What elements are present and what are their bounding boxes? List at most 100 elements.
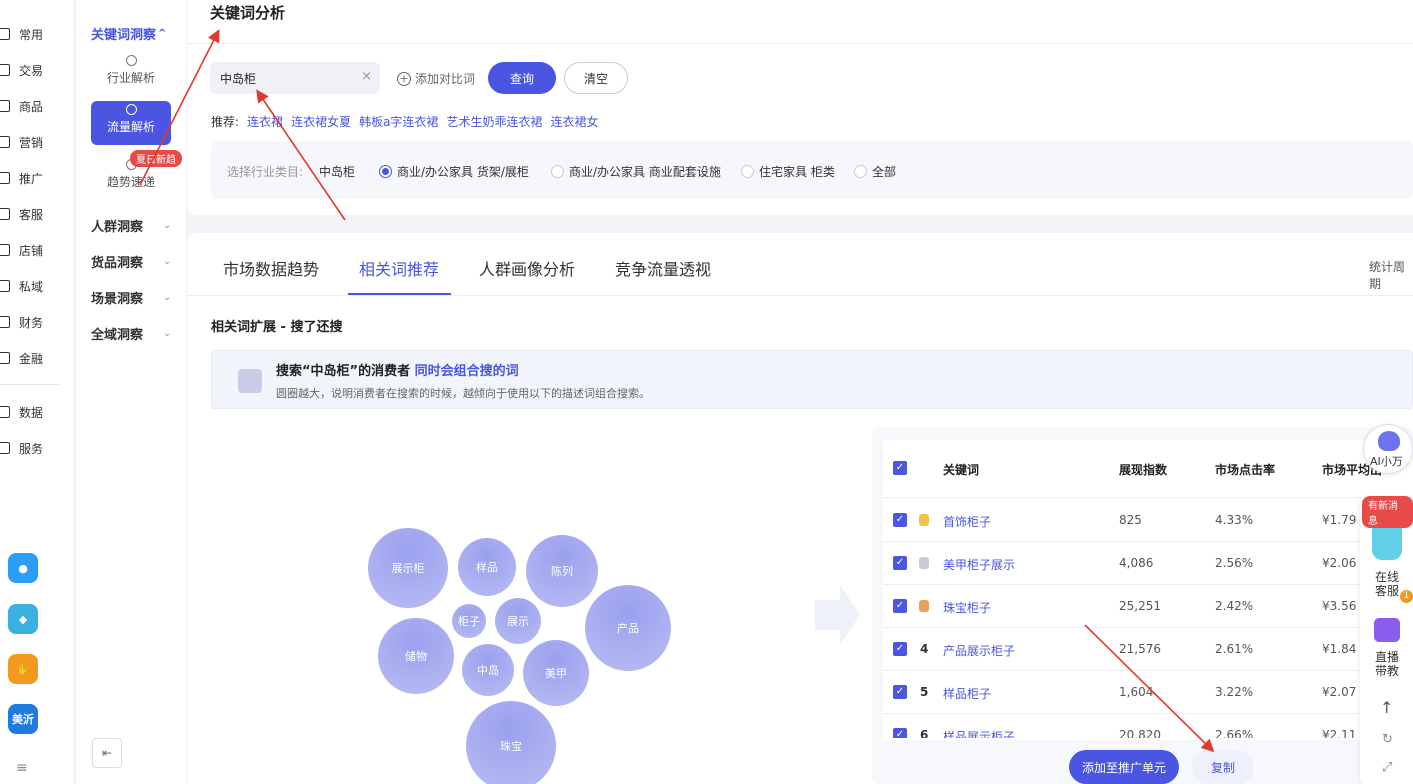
arrow-right-icon [815, 585, 860, 645]
rail-divider [0, 384, 60, 385]
tab-related-words[interactable]: 相关词推荐 [359, 256, 439, 280]
table-keyword[interactable]: 首饰柜子 [943, 513, 991, 530]
clear-button[interactable]: 清空 [564, 62, 628, 94]
table-cell: ¥1.84 [1322, 642, 1357, 656]
row-checkbox[interactable]: ✓ [893, 728, 907, 738]
tab-competition[interactable]: 竞争流量透视 [615, 256, 711, 280]
col-ctr: 市场点击率 [1215, 463, 1276, 477]
rail-item-services[interactable]: 服务 [0, 437, 75, 459]
bubble[interactable]: 样品 [458, 538, 516, 596]
table-cell: ¥2.06 [1322, 556, 1357, 570]
rail-item-data[interactable]: 数据 [0, 401, 75, 423]
rail-item-shop[interactable]: 店铺 [0, 239, 75, 261]
recommend-link[interactable]: 连衣裙女 [550, 113, 598, 130]
add-to-promotion-button[interactable]: 添加至推广单元 [1069, 750, 1179, 784]
bubble[interactable]: 陈列 [526, 535, 598, 607]
ai-assistant-button[interactable]: AI小万 [1363, 424, 1413, 474]
nav-group-global[interactable]: 全域洞察 ⌄ [91, 324, 171, 343]
app-hand-icon[interactable]: ✋ [8, 654, 38, 684]
stat-period: 统计周期 [1369, 260, 1406, 291]
select-all-checkbox[interactable]: ✓ [893, 461, 907, 475]
bubble[interactable]: 柜子 [452, 604, 486, 638]
analysis-icon [125, 104, 137, 115]
chevron-down-icon: ⌄ [163, 220, 172, 231]
table-keyword[interactable]: 美甲柜子展示 [943, 556, 1015, 573]
bubble[interactable]: 展示柜 [368, 528, 448, 608]
bronze-medal-icon [919, 600, 929, 612]
col-keyword: 关键词 [943, 463, 980, 477]
expand-icon[interactable]: ⤢ [1382, 760, 1392, 775]
keyword-search-input[interactable]: 中岛柜 × [210, 62, 380, 94]
online-service-link[interactable]: 在线客服 [1375, 570, 1403, 598]
recommend-link[interactable]: 连衣裙 [247, 113, 283, 130]
live-tutorial-link[interactable]: 直播带教 [1375, 650, 1403, 678]
bubble[interactable]: 储物 [378, 618, 454, 694]
left-rail: 常用 交易 商品 营销 推广 客服 店铺 私域 财务 金融 数据 服务 ● ◆ … [0, 0, 75, 784]
table-keyword[interactable]: 样品展示柜子 [943, 728, 1015, 738]
row-checkbox[interactable]: ✓ [893, 513, 907, 527]
table-keyword[interactable]: 样品柜子 [943, 685, 991, 702]
nav-group-goods[interactable]: 货品洞察 ⌄ [91, 252, 171, 271]
app-drop-icon[interactable]: ● [8, 553, 38, 583]
back-to-top-icon[interactable]: ↑ [1380, 698, 1393, 717]
rail-item-marketing[interactable]: 营销 [0, 131, 75, 153]
table-keyword[interactable]: 产品展示柜子 [943, 642, 1015, 659]
rail-item-goods[interactable]: 商品 [0, 95, 75, 117]
add-compare-button[interactable]: + 添加对比词 [397, 70, 475, 87]
app-bird-icon[interactable]: ◆ [8, 604, 38, 634]
rail-item-trade[interactable]: 交易 [0, 59, 75, 81]
nav-group-scene[interactable]: 场景洞察 ⌄ [91, 288, 171, 307]
rail-item-promotion[interactable]: 推广 [0, 167, 75, 189]
nav-sub-traffic[interactable]: 流量解析 [91, 101, 171, 145]
bubble[interactable]: 产品 [585, 585, 671, 671]
collapse-icon[interactable]: ⇤ [92, 738, 122, 768]
table-keyword[interactable]: 珠宝柜子 [943, 599, 991, 616]
marketing-icon [0, 136, 10, 148]
recommend-link[interactable]: 韩板a字连衣裙 [359, 113, 438, 130]
rail-item-banking[interactable]: 金融 [0, 347, 75, 369]
bubble[interactable]: 珠宝 [466, 701, 556, 784]
row-checkbox[interactable]: ✓ [893, 642, 907, 656]
bubble[interactable]: 展示 [495, 598, 541, 644]
bubble[interactable]: 美甲 [523, 640, 589, 706]
rank-number: 5 [920, 685, 929, 699]
table-cell: 2.56% [1215, 556, 1254, 570]
refresh-icon[interactable]: ↻ [1382, 732, 1393, 747]
row-checkbox[interactable]: ✓ [893, 685, 907, 699]
app-meiyi[interactable]: 美沂 [8, 704, 38, 734]
analysis-icon [125, 55, 137, 66]
table-cell: 4,086 [1119, 556, 1154, 570]
row-checkbox[interactable]: ✓ [893, 556, 907, 570]
service-icon [0, 208, 10, 220]
industry-selector: 选择行业类目: 中岛柜 商业/办公家具 货架/展柜 商业/办公家具 商业配套设施… [211, 141, 1413, 199]
nav-group-crowd[interactable]: 人群洞察 ⌄ [91, 216, 171, 235]
rail-item-private[interactable]: 私域 [0, 275, 75, 297]
new-message-badge: 有新消息 [1362, 496, 1413, 528]
rail-item-common[interactable]: 常用 [0, 23, 75, 45]
recommend-link[interactable]: 连衣裙女夏 [291, 113, 351, 130]
clear-input-icon[interactable]: × [361, 69, 372, 84]
nav-sub-industry[interactable]: 行业解析 [91, 52, 171, 96]
query-button[interactable]: 查询 [488, 62, 556, 94]
recommend-link[interactable]: 艺术生奶乖连衣裙 [446, 113, 542, 130]
nav-group-keyword[interactable]: 关键词洞察 ^ [91, 24, 166, 43]
bubble[interactable]: 中岛 [462, 644, 514, 696]
industry-radio[interactable]: 商业/办公家具 商业配套设施 [551, 163, 721, 180]
copy-button[interactable]: 复制 [1192, 750, 1254, 784]
common-icon [0, 28, 10, 40]
menu-icon[interactable]: ≡ [16, 760, 28, 776]
divider [187, 295, 1413, 296]
table-cell: ¥2.07 [1322, 685, 1357, 699]
tab-market-trend[interactable]: 市场数据趋势 [223, 256, 319, 280]
row-checkbox[interactable]: ✓ [893, 599, 907, 613]
goods-icon [0, 100, 10, 112]
rail-item-service[interactable]: 客服 [0, 203, 75, 225]
rail-item-finance[interactable]: 财务 [0, 311, 75, 333]
industry-radio[interactable]: 商业/办公家具 货架/展柜 [379, 163, 529, 180]
industry-radio[interactable]: 住宅家具 柜类 [741, 163, 835, 180]
table-cell: 4.33% [1215, 513, 1254, 527]
tab-crowd-profile[interactable]: 人群画像分析 [479, 256, 575, 280]
table-cell: 2.61% [1215, 642, 1254, 656]
ai-robot-icon [1378, 431, 1400, 451]
industry-radio[interactable]: 全部 [854, 163, 896, 180]
